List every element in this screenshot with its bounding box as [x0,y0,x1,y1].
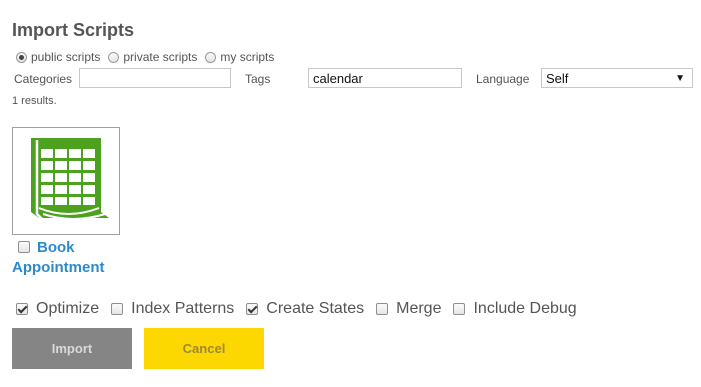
page-title: Import Scripts [12,20,135,40]
create-states-checkbox[interactable] [246,303,259,315]
tags-input[interactable] [308,68,462,88]
option-optimize[interactable]: Optimize [16,300,99,318]
option-label: Optimize [36,300,100,317]
merge-checkbox[interactable] [376,303,389,315]
script-title-line2[interactable]: Appointment [12,259,104,276]
radio-label: private scripts [123,50,198,64]
radio-button[interactable] [205,51,217,63]
option-label: Include Debug [473,300,577,317]
option-merge[interactable]: Merge [376,300,441,318]
results-count: 1 results. [12,95,57,107]
script-title-link[interactable]: Book Appointment [12,238,142,278]
language-select[interactable]: Self ▼ [541,68,693,88]
cancel-button[interactable]: Cancel [144,328,264,369]
radio-my-scripts[interactable]: my scripts [205,50,274,64]
language-selected-value: Self [546,70,569,86]
radio-button[interactable] [108,51,120,63]
radio-public-scripts[interactable]: public scripts [16,50,100,64]
option-include-debug[interactable]: Include Debug [453,300,577,318]
option-label: Merge [396,300,442,317]
option-label: Index Patterns [131,300,235,317]
language-label: Language [476,72,530,86]
include-debug-checkbox[interactable] [453,303,466,315]
option-index-patterns[interactable]: Index Patterns [111,300,234,318]
categories-label: Categories [14,72,73,86]
categories-input[interactable] [79,68,231,88]
scope-radio-group: public scripts private scripts my script… [16,50,282,64]
import-button[interactable]: Import [12,328,132,369]
index-patterns-checkbox[interactable] [111,303,124,315]
calendar-icon [31,138,109,221]
script-thumbnail[interactable] [12,127,120,235]
option-label: Create States [266,300,365,317]
import-options: Optimize Index Patterns Create States Me… [16,300,589,318]
radio-private-scripts[interactable]: private scripts [108,50,197,64]
script-title-line1[interactable]: Book [12,238,142,258]
radio-label: my scripts [220,50,275,64]
radio-label: public scripts [31,50,101,64]
chevron-down-icon: ▼ [675,72,685,84]
option-create-states[interactable]: Create States [246,300,364,318]
radio-button[interactable] [16,51,27,63]
tags-label: Tags [245,72,271,86]
optimize-checkbox[interactable] [16,303,28,315]
